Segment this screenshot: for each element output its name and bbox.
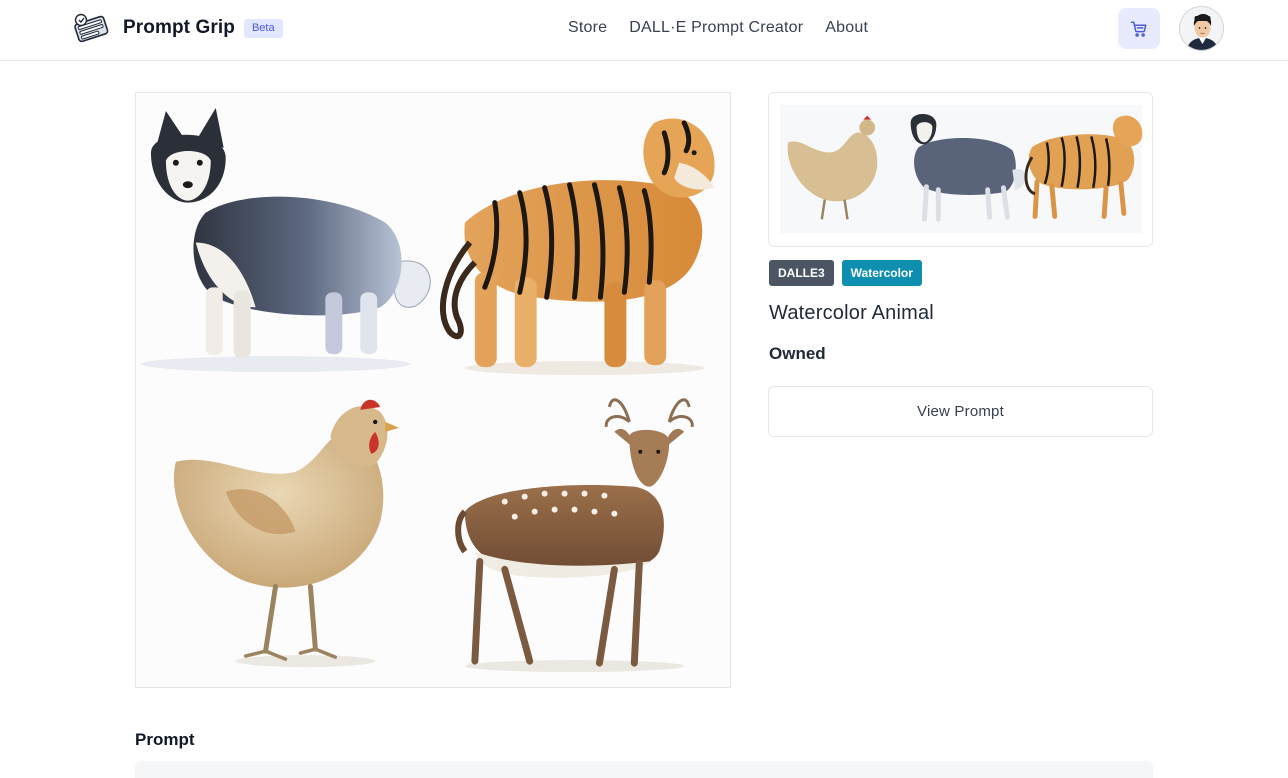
nav-link-prompt-creator[interactable]: DALL·E Prompt Creator	[629, 18, 803, 38]
main-nav: Store DALL·E Prompt Creator About	[568, 18, 868, 38]
watercolor-animals-illustration	[140, 107, 715, 673]
prompt-text-box	[135, 761, 1153, 778]
cart-button[interactable]	[1118, 8, 1160, 49]
husky-drawing	[140, 107, 431, 373]
thumbnail-animals-illustration	[770, 93, 1151, 246]
product-thumbnail[interactable]	[768, 92, 1153, 247]
product-main-image[interactable]	[135, 92, 731, 688]
nav-link-about[interactable]: About	[825, 18, 868, 38]
tag-style[interactable]: Watercolor	[841, 260, 922, 286]
product-title: Watercolor Animal	[769, 302, 934, 324]
prompt-heading: Prompt	[135, 730, 195, 749]
brand-link[interactable]: Prompt Grip Beta	[70, 10, 283, 46]
cart-icon	[1130, 21, 1147, 37]
user-avatar[interactable]	[1179, 6, 1224, 51]
deer-drawing	[455, 398, 694, 673]
user-avatar-icon	[1180, 7, 1223, 50]
view-prompt-button[interactable]: View Prompt	[768, 386, 1153, 437]
brand-name: Prompt Grip	[123, 17, 235, 38]
tag-list: DALLE3 Watercolor	[769, 260, 922, 286]
nav-link-store[interactable]: Store	[568, 18, 607, 38]
tag-model[interactable]: DALLE3	[769, 260, 834, 286]
ownership-status: Owned	[769, 344, 826, 363]
chicken-drawing	[173, 399, 400, 668]
tiger-drawing	[440, 118, 715, 376]
navbar: Prompt Grip Beta Store DALL·E Prompt Cre…	[0, 0, 1288, 61]
beta-badge: Beta	[243, 18, 283, 38]
brand-logo-icon	[74, 13, 109, 43]
